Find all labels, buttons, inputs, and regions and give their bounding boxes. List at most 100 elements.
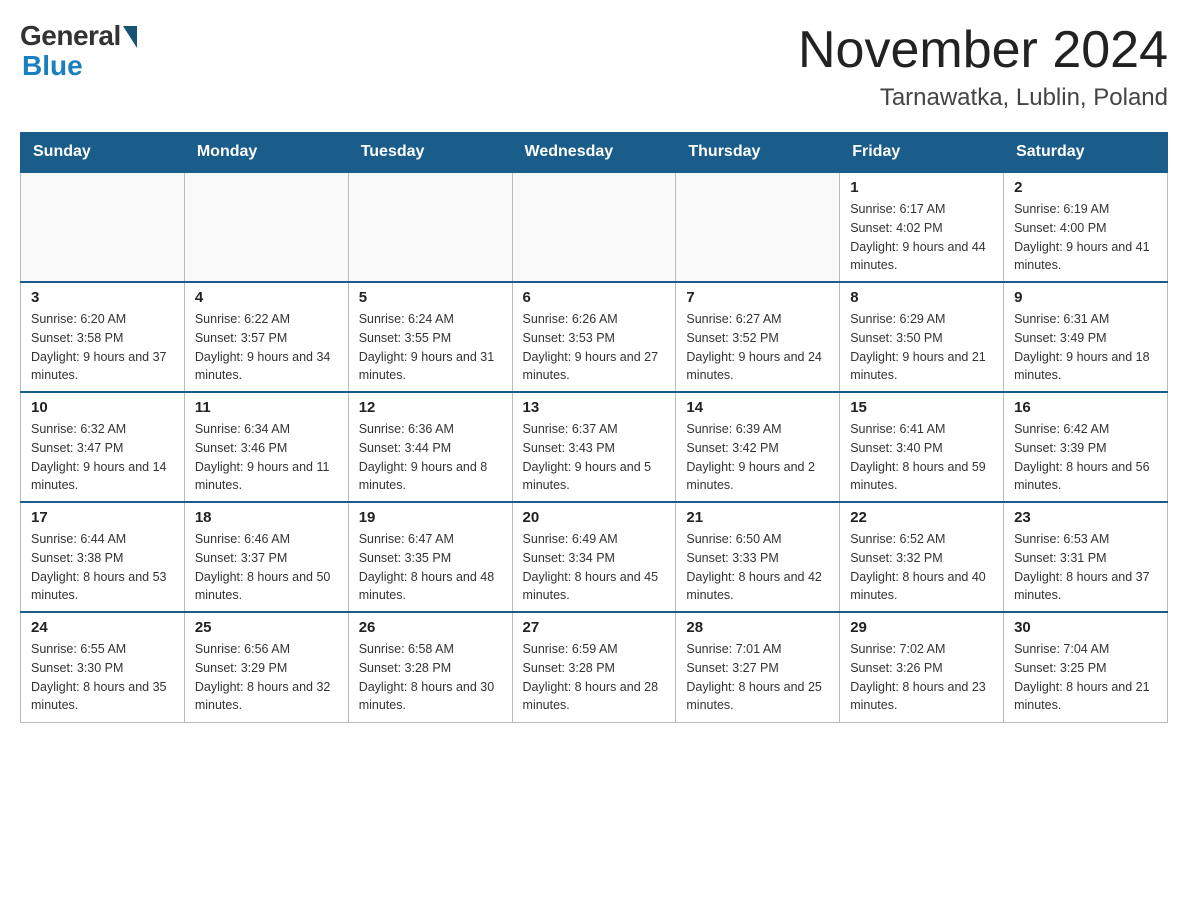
day-info: Sunrise: 6:27 AMSunset: 3:52 PMDaylight:…	[686, 310, 829, 385]
location-title: Tarnawatka, Lublin, Poland	[798, 84, 1168, 112]
day-number: 23	[1014, 509, 1157, 526]
calendar-cell: 7 Sunrise: 6:27 AMSunset: 3:52 PMDaylight…	[676, 282, 840, 392]
day-number: 28	[686, 619, 829, 636]
day-info: Sunrise: 6:39 AMSunset: 3:42 PMDaylight:…	[686, 420, 829, 495]
day-number: 18	[195, 509, 338, 526]
day-number: 4	[195, 289, 338, 306]
weekday-header-wednesday: Wednesday	[512, 133, 676, 173]
day-number: 11	[195, 399, 338, 416]
calendar-cell: 17 Sunrise: 6:44 AMSunset: 3:38 PMDayligh…	[21, 502, 185, 612]
day-number: 8	[850, 289, 993, 306]
day-info: Sunrise: 6:52 AMSunset: 3:32 PMDaylight:…	[850, 530, 993, 605]
calendar-cell	[21, 172, 185, 282]
day-number: 25	[195, 619, 338, 636]
calendar-cell: 25 Sunrise: 6:56 AMSunset: 3:29 PMDayligh…	[184, 612, 348, 722]
calendar-week-2: 3 Sunrise: 6:20 AMSunset: 3:58 PMDaylight…	[21, 282, 1168, 392]
day-number: 10	[31, 399, 174, 416]
calendar-week-4: 17 Sunrise: 6:44 AMSunset: 3:38 PMDayligh…	[21, 502, 1168, 612]
weekday-header-thursday: Thursday	[676, 133, 840, 173]
day-number: 27	[523, 619, 666, 636]
calendar-cell: 6Sunrise: 6:26 AMSunset: 3:53 PMDaylight…	[512, 282, 676, 392]
day-number: 13	[523, 399, 666, 416]
calendar-cell: 11 Sunrise: 6:34 AMSunset: 3:46 PMDayligh…	[184, 392, 348, 502]
day-number: 20	[523, 509, 666, 526]
calendar-cell: 29Sunrise: 7:02 AMSunset: 3:26 PMDayligh…	[840, 612, 1004, 722]
logo-arrow-icon	[123, 26, 137, 48]
day-number: 16	[1014, 399, 1157, 416]
day-info: Sunrise: 6:37 AMSunset: 3:43 PMDaylight:…	[523, 420, 666, 495]
calendar-cell	[348, 172, 512, 282]
day-info: Sunrise: 6:46 AMSunset: 3:37 PMDaylight:…	[195, 530, 338, 605]
day-info: Sunrise: 6:24 AMSunset: 3:55 PMDaylight:…	[359, 310, 502, 385]
day-info: Sunrise: 6:49 AMSunset: 3:34 PMDaylight:…	[523, 530, 666, 605]
day-info: Sunrise: 6:44 AMSunset: 3:38 PMDaylight:…	[31, 530, 174, 605]
calendar-cell: 14 Sunrise: 6:39 AMSunset: 3:42 PMDayligh…	[676, 392, 840, 502]
day-info: Sunrise: 6:34 AMSunset: 3:46 PMDaylight:…	[195, 420, 338, 495]
calendar-cell: 8 Sunrise: 6:29 AMSunset: 3:50 PMDaylight…	[840, 282, 1004, 392]
calendar-week-3: 10 Sunrise: 6:32 AMSunset: 3:47 PMDayligh…	[21, 392, 1168, 502]
title-block: November 2024 Tarnawatka, Lublin, Poland	[798, 20, 1168, 112]
day-number: 24	[31, 619, 174, 636]
day-info: Sunrise: 6:41 AMSunset: 3:40 PMDaylight:…	[850, 420, 993, 495]
day-info: Sunrise: 6:26 AMSunset: 3:53 PMDaylight:…	[523, 310, 666, 385]
weekday-header-monday: Monday	[184, 133, 348, 173]
calendar-cell: 4Sunrise: 6:22 AMSunset: 3:57 PMDaylight…	[184, 282, 348, 392]
weekday-header-saturday: Saturday	[1004, 133, 1168, 173]
logo-blue-text: Blue	[22, 50, 83, 82]
calendar-cell: 3 Sunrise: 6:20 AMSunset: 3:58 PMDaylight…	[21, 282, 185, 392]
logo: General Blue	[20, 20, 137, 82]
calendar-cell: 9 Sunrise: 6:31 AMSunset: 3:49 PMDaylight…	[1004, 282, 1168, 392]
day-info: Sunrise: 6:50 AMSunset: 3:33 PMDaylight:…	[686, 530, 829, 605]
month-title: November 2024	[798, 20, 1168, 80]
day-info: Sunrise: 6:31 AMSunset: 3:49 PMDaylight:…	[1014, 310, 1157, 385]
calendar-cell: 12 Sunrise: 6:36 AMSunset: 3:44 PMDayligh…	[348, 392, 512, 502]
calendar-cell: 19 Sunrise: 6:47 AMSunset: 3:35 PMDayligh…	[348, 502, 512, 612]
day-number: 17	[31, 509, 174, 526]
day-info: Sunrise: 6:59 AMSunset: 3:28 PMDaylight:…	[523, 640, 666, 715]
calendar-cell: 24 Sunrise: 6:55 AMSunset: 3:30 PMDayligh…	[21, 612, 185, 722]
day-info: Sunrise: 6:19 AMSunset: 4:00 PMDaylight:…	[1014, 200, 1157, 275]
day-number: 19	[359, 509, 502, 526]
calendar-cell: 22 Sunrise: 6:52 AMSunset: 3:32 PMDayligh…	[840, 502, 1004, 612]
calendar-cell: 2Sunrise: 6:19 AMSunset: 4:00 PMDaylight…	[1004, 172, 1168, 282]
logo-general-text: General	[20, 20, 121, 52]
day-info: Sunrise: 6:47 AMSunset: 3:35 PMDaylight:…	[359, 530, 502, 605]
calendar-cell: 16Sunrise: 6:42 AMSunset: 3:39 PMDayligh…	[1004, 392, 1168, 502]
calendar-cell: 27 Sunrise: 6:59 AMSunset: 3:28 PMDayligh…	[512, 612, 676, 722]
calendar-cell: 5 Sunrise: 6:24 AMSunset: 3:55 PMDaylight…	[348, 282, 512, 392]
weekday-header-friday: Friday	[840, 133, 1004, 173]
calendar-week-1: 1 Sunrise: 6:17 AMSunset: 4:02 PMDaylight…	[21, 172, 1168, 282]
day-info: Sunrise: 7:04 AMSunset: 3:25 PMDaylight:…	[1014, 640, 1157, 715]
day-number: 5	[359, 289, 502, 306]
day-info: Sunrise: 7:02 AMSunset: 3:26 PMDaylight:…	[850, 640, 993, 715]
calendar-cell: 28Sunrise: 7:01 AMSunset: 3:27 PMDayligh…	[676, 612, 840, 722]
calendar-cell	[676, 172, 840, 282]
calendar-cell: 23 Sunrise: 6:53 AMSunset: 3:31 PMDayligh…	[1004, 502, 1168, 612]
day-info: Sunrise: 6:17 AMSunset: 4:02 PMDaylight:…	[850, 200, 993, 275]
day-info: Sunrise: 6:32 AMSunset: 3:47 PMDaylight:…	[31, 420, 174, 495]
day-number: 1	[850, 179, 993, 196]
day-info: Sunrise: 6:20 AMSunset: 3:58 PMDaylight:…	[31, 310, 174, 385]
day-info: Sunrise: 6:56 AMSunset: 3:29 PMDaylight:…	[195, 640, 338, 715]
day-number: 9	[1014, 289, 1157, 306]
calendar-cell: 13 Sunrise: 6:37 AMSunset: 3:43 PMDayligh…	[512, 392, 676, 502]
day-info: Sunrise: 6:29 AMSunset: 3:50 PMDaylight:…	[850, 310, 993, 385]
calendar-cell: 15Sunrise: 6:41 AMSunset: 3:40 PMDayligh…	[840, 392, 1004, 502]
day-number: 3	[31, 289, 174, 306]
day-number: 12	[359, 399, 502, 416]
day-info: Sunrise: 6:53 AMSunset: 3:31 PMDaylight:…	[1014, 530, 1157, 605]
calendar-cell: 30 Sunrise: 7:04 AMSunset: 3:25 PMDayligh…	[1004, 612, 1168, 722]
day-number: 30	[1014, 619, 1157, 636]
day-number: 22	[850, 509, 993, 526]
day-number: 14	[686, 399, 829, 416]
day-info: Sunrise: 6:58 AMSunset: 3:28 PMDaylight:…	[359, 640, 502, 715]
day-info: Sunrise: 6:55 AMSunset: 3:30 PMDaylight:…	[31, 640, 174, 715]
page-header: General Blue November 2024 Tarnawatka, L…	[20, 20, 1168, 112]
day-info: Sunrise: 6:36 AMSunset: 3:44 PMDaylight:…	[359, 420, 502, 495]
calendar-header-row: SundayMondayTuesdayWednesdayThursdayFrid…	[21, 133, 1168, 173]
calendar-cell: 10 Sunrise: 6:32 AMSunset: 3:47 PMDayligh…	[21, 392, 185, 502]
day-number: 26	[359, 619, 502, 636]
day-number: 7	[686, 289, 829, 306]
calendar-cell: 20 Sunrise: 6:49 AMSunset: 3:34 PMDayligh…	[512, 502, 676, 612]
calendar-cell: 26 Sunrise: 6:58 AMSunset: 3:28 PMDayligh…	[348, 612, 512, 722]
